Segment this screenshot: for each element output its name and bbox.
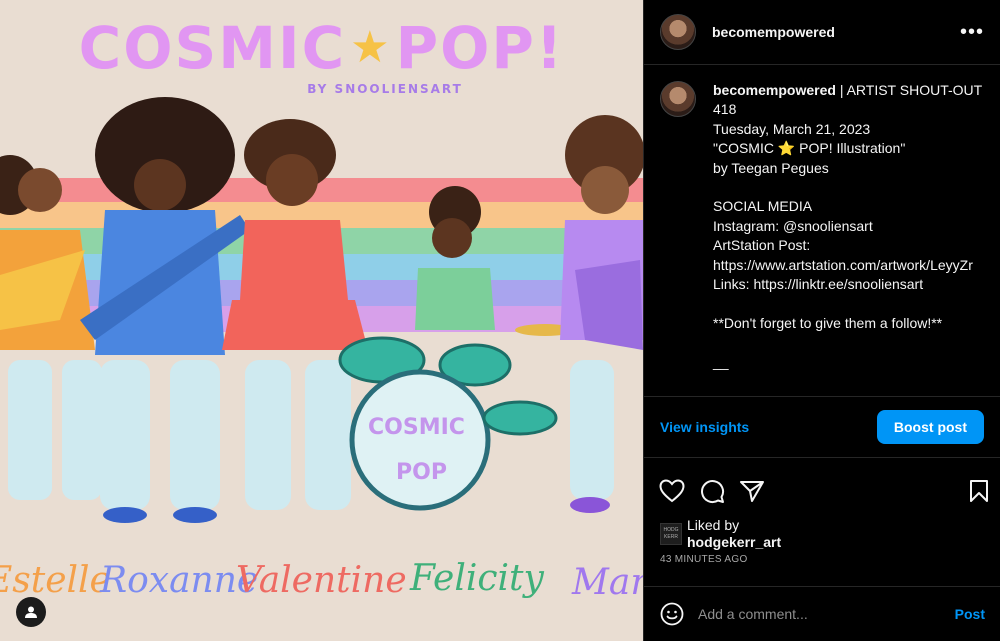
- caption: becomempowered | ARTIST SHOUT-OUT 418 Tu…: [644, 65, 1000, 397]
- emoji-icon[interactable]: [660, 602, 684, 626]
- liked-by-username[interactable]: hodgekerr_art: [687, 534, 781, 551]
- header-username[interactable]: becomempowered: [712, 24, 960, 40]
- avatar[interactable]: [660, 81, 696, 117]
- owner-actions: View insights Boost post: [644, 397, 1000, 458]
- action-bar: [644, 466, 1000, 516]
- bookmark-icon[interactable]: [968, 479, 990, 503]
- star-icon: ★: [350, 22, 392, 73]
- artwork-byline: BY SNOOLIENSART: [307, 82, 463, 96]
- boost-post-button[interactable]: Boost post: [876, 410, 984, 444]
- caption-line: __: [713, 353, 729, 370]
- post-timestamp[interactable]: 43 MINUTES AGO: [644, 552, 1000, 565]
- view-insights-link[interactable]: View insights: [660, 419, 749, 435]
- liked-by-label: Liked by: [687, 517, 740, 533]
- share-icon[interactable]: [739, 479, 765, 503]
- post-details-panel: becomempowered ••• becomempowered | ARTI…: [643, 0, 1000, 641]
- caption-line: [713, 294, 984, 313]
- caption-link[interactable]: https://www.artstation.com/artwork/LeyyZ…: [713, 256, 984, 275]
- caption-line: [713, 333, 984, 352]
- caption-text: becomempowered | ARTIST SHOUT-OUT 418 Tu…: [713, 81, 984, 380]
- character-name: Maripo: [572, 562, 643, 603]
- artwork-title-left: COSMIC: [78, 14, 347, 82]
- caption-line: becomempowered | ARTIST SHOUT-OUT 418: [713, 82, 986, 118]
- post-header: becomempowered •••: [644, 0, 1000, 65]
- heart-icon[interactable]: [659, 479, 685, 503]
- caption-line: Links: https://linktr.ee/snooliensart: [713, 276, 924, 293]
- character-name: Estelle: [0, 560, 111, 601]
- artwork-title: COSMIC★POP!: [0, 14, 643, 82]
- comment-bar: Post: [644, 586, 1000, 641]
- illustration: [0, 97, 643, 523]
- caption-line: ArtStation Post:: [713, 237, 811, 254]
- artwork-title-right: POP!: [395, 14, 565, 82]
- character-name: Felicity: [410, 558, 544, 599]
- liked-by-avatar[interactable]: HODG KERR: [660, 523, 682, 545]
- caption-line: **Don't forget to give them a follow!**: [713, 314, 943, 331]
- caption-line: "COSMIC ⭐ POP! Illustration": [713, 140, 906, 157]
- character-name: Roxanne: [100, 560, 259, 601]
- caption-username[interactable]: becomempowered: [713, 82, 836, 98]
- character-name: Valentine: [236, 560, 407, 601]
- tagged-user-icon[interactable]: [16, 597, 46, 627]
- caption-line: SOCIAL MEDIA: [713, 198, 813, 215]
- comment-input[interactable]: [698, 606, 955, 622]
- post-comment-button[interactable]: Post: [955, 606, 985, 622]
- drum-text-bottom: POP: [396, 460, 447, 485]
- caption-line: [713, 178, 984, 197]
- avatar[interactable]: [660, 14, 696, 50]
- post-image[interactable]: COSMIC★POP! BY SNOOLIENSART COSMIC POP E…: [0, 0, 643, 641]
- caption-line: Tuesday, March 21, 2023: [713, 120, 871, 137]
- drum-text-top: COSMIC: [368, 415, 465, 440]
- more-horizontal-icon[interactable]: •••: [960, 21, 984, 44]
- liked-by: HODG KERR Liked by hodgekerr_art: [644, 516, 1000, 552]
- caption-line: by Teegan Pegues: [713, 159, 829, 176]
- comment-icon[interactable]: [699, 478, 725, 504]
- caption-line: Instagram: @snooliensart: [713, 217, 873, 234]
